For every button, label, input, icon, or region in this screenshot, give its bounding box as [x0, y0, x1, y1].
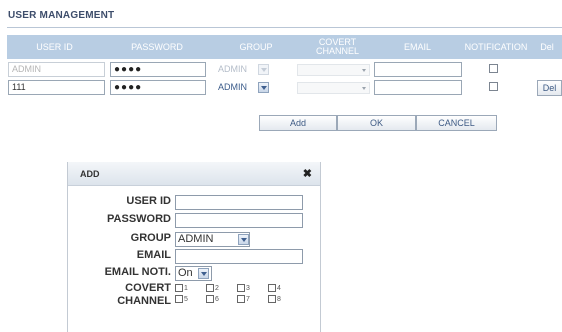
chevron-down-icon[interactable]: [238, 234, 249, 245]
covert-label: COVERT: [125, 282, 171, 294]
dialog-header: ADD ✖: [68, 162, 320, 186]
group-select[interactable]: ADMIN: [218, 80, 247, 95]
email-noti-dropdown[interactable]: On: [175, 266, 212, 281]
header-covert-channel: COVERT CHANNEL: [315, 37, 359, 56]
password-input[interactable]: [175, 213, 303, 228]
page-title: USER MANAGEMENT: [8, 10, 115, 21]
covert-channel-number: 1: [184, 285, 188, 292]
covert-channel-select: [297, 64, 370, 76]
table-row: 111 ●●●● ADMIN Del: [7, 80, 562, 98]
covert-channel-select[interactable]: [297, 82, 370, 94]
email-input[interactable]: [175, 249, 303, 264]
table-row: ADMIN ●●●● ADMIN: [7, 62, 562, 80]
covert-channel-checkbox-6[interactable]: [206, 295, 214, 303]
password-label: PASSWORD: [107, 213, 171, 225]
covert-channel-checkbox-8[interactable]: [268, 295, 276, 303]
channel-label: CHANNEL: [117, 295, 171, 307]
header-notification: NOTIFICATION: [464, 41, 528, 52]
email-noti-value: On: [178, 267, 193, 279]
covert-channel-checkbox-2[interactable]: [206, 284, 214, 292]
email-field[interactable]: [374, 80, 462, 95]
add-user-dialog: ADD ✖ USER ID PASSWORD GROUP ADMIN EMAIL…: [67, 162, 321, 332]
user-table-header: USER ID PASSWORD GROUP COVERT CHANNEL EM…: [7, 35, 562, 59]
covert-channel-number: 5: [184, 296, 188, 303]
chevron-down-icon[interactable]: [258, 82, 269, 93]
user-id-label: USER ID: [126, 195, 171, 207]
notification-checkbox: [489, 64, 498, 73]
user-id-field[interactable]: 111: [8, 80, 105, 95]
password-field: ●●●●: [110, 62, 206, 77]
ok-button[interactable]: OK: [337, 115, 416, 131]
covert-channel-number: 4: [277, 285, 281, 292]
email-label: EMAIL: [136, 249, 171, 261]
header-password: PASSWORD: [131, 41, 183, 52]
title-divider: [7, 27, 562, 28]
dialog-title: ADD: [80, 169, 100, 179]
delete-user-button[interactable]: Del: [537, 80, 562, 96]
user-id-input[interactable]: [175, 195, 303, 210]
user-id-field: ADMIN: [8, 62, 105, 77]
covert-channel-number: 7: [246, 296, 250, 303]
notification-checkbox[interactable]: [489, 82, 498, 91]
header-group: GROUP: [239, 41, 273, 52]
email-noti-label: EMAIL NOTI.: [104, 266, 171, 278]
covert-channel-number: 3: [246, 285, 250, 292]
covert-channel-checkbox-3[interactable]: [237, 284, 245, 292]
covert-channel-checkbox-7[interactable]: [237, 295, 245, 303]
group-dropdown-value: ADMIN: [178, 233, 214, 245]
covert-channel-checkbox-4[interactable]: [268, 284, 276, 292]
header-user-id: USER ID: [36, 41, 73, 52]
header-del: Del: [540, 41, 554, 52]
covert-channel-number: 2: [215, 285, 219, 292]
group-dropdown[interactable]: ADMIN: [175, 232, 250, 247]
chevron-down-icon[interactable]: [198, 268, 209, 279]
header-email: EMAIL: [403, 41, 431, 52]
covert-channel-number: 8: [277, 296, 281, 303]
covert-channel-checkbox-1[interactable]: [175, 284, 183, 292]
close-icon[interactable]: ✖: [303, 167, 312, 180]
covert-channel-number: 6: [215, 296, 219, 303]
email-field: [374, 62, 462, 77]
group-label: GROUP: [130, 232, 171, 244]
add-button[interactable]: Add: [259, 115, 337, 131]
chevron-down-icon: [258, 64, 269, 75]
password-field[interactable]: ●●●●: [110, 80, 206, 95]
group-select: ADMIN: [218, 64, 247, 74]
covert-channel-checkbox-5[interactable]: [175, 295, 183, 303]
cancel-button[interactable]: CANCEL: [416, 115, 497, 131]
